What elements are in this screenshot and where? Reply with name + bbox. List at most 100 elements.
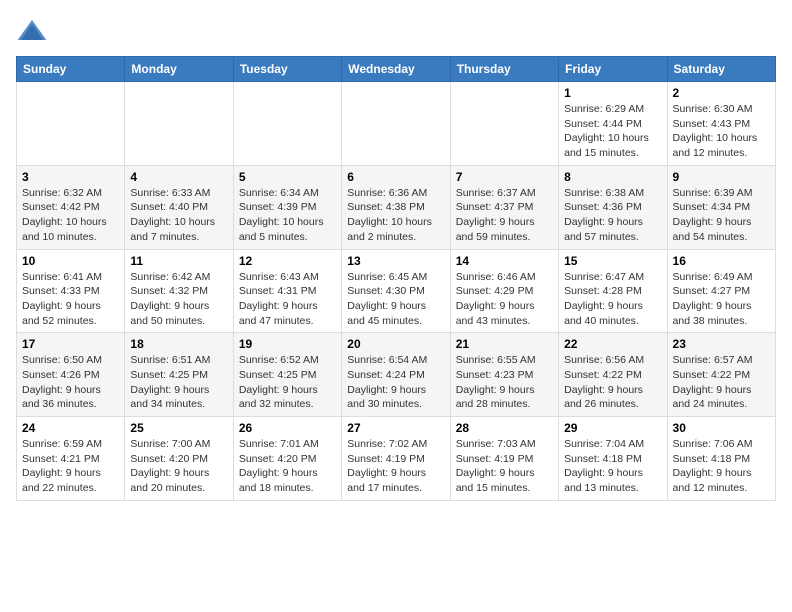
calendar-cell: 15 Sunrise: 6:47 AM Sunset: 4:28 PM Dayli… bbox=[559, 249, 667, 333]
day-number: 3 bbox=[22, 170, 119, 184]
day-number: 26 bbox=[239, 421, 336, 435]
calendar-cell: 20 Sunrise: 6:54 AM Sunset: 4:24 PM Dayli… bbox=[342, 333, 450, 417]
calendar-cell: 6 Sunrise: 6:36 AM Sunset: 4:38 PM Daylig… bbox=[342, 165, 450, 249]
calendar-cell bbox=[233, 82, 341, 166]
day-info: Sunrise: 7:04 AM Sunset: 4:18 PM Dayligh… bbox=[564, 437, 661, 496]
calendar-cell: 25 Sunrise: 7:00 AM Sunset: 4:20 PM Dayli… bbox=[125, 417, 233, 501]
calendar-cell: 4Sunrise: 6:33 AM Sunset: 4:40 PM Daylig… bbox=[125, 165, 233, 249]
calendar-cell: 29 Sunrise: 7:04 AM Sunset: 4:18 PM Dayli… bbox=[559, 417, 667, 501]
day-header-monday: Monday bbox=[125, 57, 233, 82]
calendar-cell: 9 Sunrise: 6:39 AM Sunset: 4:34 PM Daylig… bbox=[667, 165, 775, 249]
calendar-week-2: 3 Sunrise: 6:32 AM Sunset: 4:42 PM Daylig… bbox=[17, 165, 776, 249]
calendar-cell: 7 Sunrise: 6:37 AM Sunset: 4:37 PM Daylig… bbox=[450, 165, 558, 249]
calendar-cell: 27Sunrise: 7:02 AM Sunset: 4:19 PM Dayli… bbox=[342, 417, 450, 501]
day-header-sunday: Sunday bbox=[17, 57, 125, 82]
calendar-week-5: 24 Sunrise: 6:59 AM Sunset: 4:21 PM Dayli… bbox=[17, 417, 776, 501]
page-header bbox=[16, 16, 776, 48]
day-number: 20 bbox=[347, 337, 444, 351]
calendar-cell: 21 Sunrise: 6:55 AM Sunset: 4:23 PM Dayli… bbox=[450, 333, 558, 417]
day-info: Sunrise: 6:43 AM Sunset: 4:31 PM Dayligh… bbox=[239, 270, 336, 329]
day-info: Sunrise: 7:03 AM Sunset: 4:19 PM Dayligh… bbox=[456, 437, 553, 496]
logo bbox=[16, 16, 52, 48]
calendar-cell: 3 Sunrise: 6:32 AM Sunset: 4:42 PM Daylig… bbox=[17, 165, 125, 249]
day-info: Sunrise: 6:29 AM Sunset: 4:44 PM Dayligh… bbox=[564, 102, 661, 161]
calendar-cell: 16Sunrise: 6:49 AM Sunset: 4:27 PM Dayli… bbox=[667, 249, 775, 333]
day-info: Sunrise: 6:39 AM Sunset: 4:34 PM Dayligh… bbox=[673, 186, 770, 245]
day-number: 28 bbox=[456, 421, 553, 435]
calendar-cell: 13 Sunrise: 6:45 AM Sunset: 4:30 PM Dayli… bbox=[342, 249, 450, 333]
day-number: 7 bbox=[456, 170, 553, 184]
day-info: Sunrise: 6:41 AM Sunset: 4:33 PM Dayligh… bbox=[22, 270, 119, 329]
day-number: 30 bbox=[673, 421, 770, 435]
calendar-cell: 26 Sunrise: 7:01 AM Sunset: 4:20 PM Dayli… bbox=[233, 417, 341, 501]
day-info: Sunrise: 6:59 AM Sunset: 4:21 PM Dayligh… bbox=[22, 437, 119, 496]
calendar-cell: 23 Sunrise: 6:57 AM Sunset: 4:22 PM Dayli… bbox=[667, 333, 775, 417]
day-info: Sunrise: 6:37 AM Sunset: 4:37 PM Dayligh… bbox=[456, 186, 553, 245]
day-number: 18 bbox=[130, 337, 227, 351]
day-info: Sunrise: 6:36 AM Sunset: 4:38 PM Dayligh… bbox=[347, 186, 444, 245]
calendar-cell: 8 Sunrise: 6:38 AM Sunset: 4:36 PM Daylig… bbox=[559, 165, 667, 249]
day-info: Sunrise: 6:38 AM Sunset: 4:36 PM Dayligh… bbox=[564, 186, 661, 245]
day-info: Sunrise: 7:06 AM Sunset: 4:18 PM Dayligh… bbox=[673, 437, 770, 496]
day-header-thursday: Thursday bbox=[450, 57, 558, 82]
day-info: Sunrise: 6:33 AM Sunset: 4:40 PM Dayligh… bbox=[130, 186, 227, 245]
logo-icon bbox=[16, 16, 48, 48]
day-number: 21 bbox=[456, 337, 553, 351]
day-number: 1 bbox=[564, 86, 661, 100]
calendar-header-row: SundayMondayTuesdayWednesdayThursdayFrid… bbox=[17, 57, 776, 82]
day-info: Sunrise: 6:34 AM Sunset: 4:39 PM Dayligh… bbox=[239, 186, 336, 245]
calendar-cell: 1 Sunrise: 6:29 AM Sunset: 4:44 PM Daylig… bbox=[559, 82, 667, 166]
day-number: 13 bbox=[347, 254, 444, 268]
day-info: Sunrise: 6:32 AM Sunset: 4:42 PM Dayligh… bbox=[22, 186, 119, 245]
calendar-cell bbox=[125, 82, 233, 166]
calendar-cell: 18Sunrise: 6:51 AM Sunset: 4:25 PM Dayli… bbox=[125, 333, 233, 417]
calendar-week-1: 1 Sunrise: 6:29 AM Sunset: 4:44 PM Daylig… bbox=[17, 82, 776, 166]
calendar-cell: 22Sunrise: 6:56 AM Sunset: 4:22 PM Dayli… bbox=[559, 333, 667, 417]
day-info: Sunrise: 6:47 AM Sunset: 4:28 PM Dayligh… bbox=[564, 270, 661, 329]
calendar-cell: 5 Sunrise: 6:34 AM Sunset: 4:39 PM Daylig… bbox=[233, 165, 341, 249]
calendar-cell: 24 Sunrise: 6:59 AM Sunset: 4:21 PM Dayli… bbox=[17, 417, 125, 501]
day-number: 19 bbox=[239, 337, 336, 351]
day-info: Sunrise: 6:49 AM Sunset: 4:27 PM Dayligh… bbox=[673, 270, 770, 329]
day-number: 10 bbox=[22, 254, 119, 268]
calendar-cell bbox=[17, 82, 125, 166]
day-number: 8 bbox=[564, 170, 661, 184]
calendar-cell: 2 Sunrise: 6:30 AM Sunset: 4:43 PM Daylig… bbox=[667, 82, 775, 166]
day-info: Sunrise: 7:01 AM Sunset: 4:20 PM Dayligh… bbox=[239, 437, 336, 496]
day-number: 24 bbox=[22, 421, 119, 435]
day-info: Sunrise: 7:00 AM Sunset: 4:20 PM Dayligh… bbox=[130, 437, 227, 496]
day-info: Sunrise: 6:54 AM Sunset: 4:24 PM Dayligh… bbox=[347, 353, 444, 412]
day-info: Sunrise: 6:30 AM Sunset: 4:43 PM Dayligh… bbox=[673, 102, 770, 161]
day-number: 14 bbox=[456, 254, 553, 268]
calendar-cell bbox=[342, 82, 450, 166]
day-header-friday: Friday bbox=[559, 57, 667, 82]
day-info: Sunrise: 7:02 AM Sunset: 4:19 PM Dayligh… bbox=[347, 437, 444, 496]
calendar-cell: 11Sunrise: 6:42 AM Sunset: 4:32 PM Dayli… bbox=[125, 249, 233, 333]
calendar: SundayMondayTuesdayWednesdayThursdayFrid… bbox=[16, 56, 776, 501]
calendar-cell: 19 Sunrise: 6:52 AM Sunset: 4:25 PM Dayli… bbox=[233, 333, 341, 417]
day-number: 11 bbox=[130, 254, 227, 268]
day-info: Sunrise: 6:46 AM Sunset: 4:29 PM Dayligh… bbox=[456, 270, 553, 329]
day-number: 2 bbox=[673, 86, 770, 100]
day-info: Sunrise: 6:52 AM Sunset: 4:25 PM Dayligh… bbox=[239, 353, 336, 412]
day-number: 12 bbox=[239, 254, 336, 268]
calendar-cell: 30 Sunrise: 7:06 AM Sunset: 4:18 PM Dayli… bbox=[667, 417, 775, 501]
calendar-cell bbox=[450, 82, 558, 166]
day-header-saturday: Saturday bbox=[667, 57, 775, 82]
day-number: 5 bbox=[239, 170, 336, 184]
day-info: Sunrise: 6:45 AM Sunset: 4:30 PM Dayligh… bbox=[347, 270, 444, 329]
day-header-wednesday: Wednesday bbox=[342, 57, 450, 82]
day-number: 29 bbox=[564, 421, 661, 435]
day-header-tuesday: Tuesday bbox=[233, 57, 341, 82]
calendar-cell: 10 Sunrise: 6:41 AM Sunset: 4:33 PM Dayli… bbox=[17, 249, 125, 333]
day-number: 25 bbox=[130, 421, 227, 435]
day-number: 23 bbox=[673, 337, 770, 351]
calendar-week-3: 10 Sunrise: 6:41 AM Sunset: 4:33 PM Dayli… bbox=[17, 249, 776, 333]
day-info: Sunrise: 6:56 AM Sunset: 4:22 PM Dayligh… bbox=[564, 353, 661, 412]
day-info: Sunrise: 6:50 AM Sunset: 4:26 PM Dayligh… bbox=[22, 353, 119, 412]
day-info: Sunrise: 6:55 AM Sunset: 4:23 PM Dayligh… bbox=[456, 353, 553, 412]
day-info: Sunrise: 6:57 AM Sunset: 4:22 PM Dayligh… bbox=[673, 353, 770, 412]
day-number: 15 bbox=[564, 254, 661, 268]
day-number: 6 bbox=[347, 170, 444, 184]
day-number: 9 bbox=[673, 170, 770, 184]
